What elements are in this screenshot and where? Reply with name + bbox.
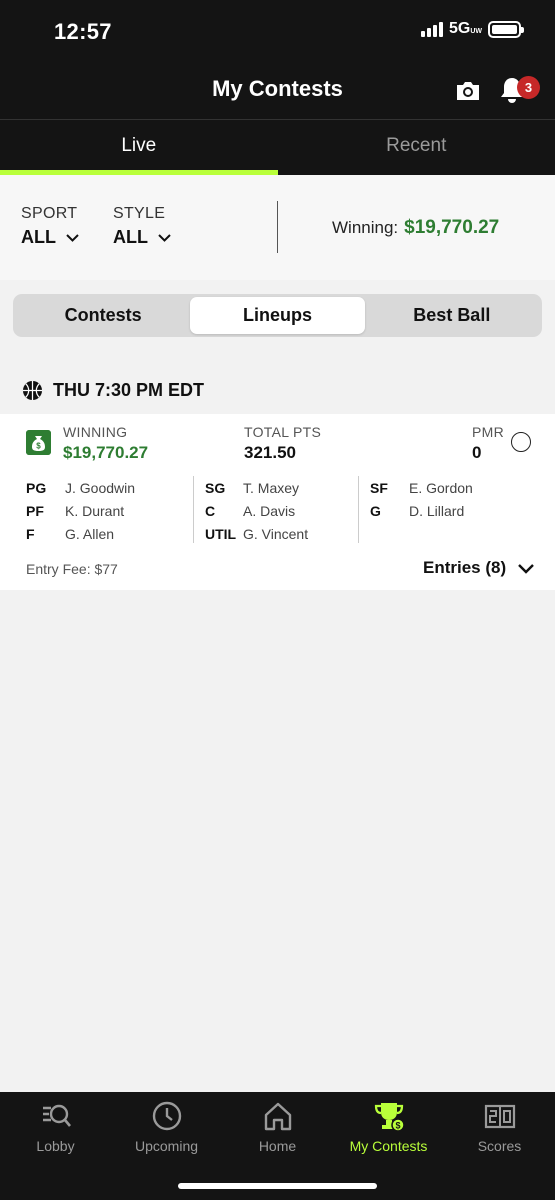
sport-filter-value: ALL <box>21 227 56 247</box>
roster-row: SF E. Gordon <box>370 479 473 496</box>
nav-lobby[interactable]: Lobby <box>0 1100 111 1154</box>
entries-label: Entries (8) <box>423 558 507 577</box>
lobby-search-icon <box>42 1104 71 1127</box>
segment-contests[interactable]: Contests <box>16 297 190 334</box>
camera-icon[interactable] <box>455 78 481 102</box>
segment-lineups[interactable]: Lineups <box>190 297 365 334</box>
nav-scores[interactable]: Scores <box>444 1100 555 1154</box>
roster-row: UTIL G. Vincent <box>205 525 309 542</box>
filter-bar: SPORT ALL STYLE ALL Winning: $19,770.27 <box>0 175 555 280</box>
basketball-icon <box>22 380 43 401</box>
sport-filter[interactable]: SPORT ALL <box>21 205 79 248</box>
svg-text:$: $ <box>36 442 41 451</box>
roster-divider <box>193 476 194 543</box>
roster-row: PF K. Durant <box>26 502 125 519</box>
winning-total: $19,770.27 <box>404 217 500 238</box>
roster-row: SG T. Maxey <box>205 479 300 496</box>
tab-live[interactable]: Live <box>0 120 278 175</box>
style-filter[interactable]: STYLE ALL <box>113 205 171 248</box>
style-filter-label: STYLE <box>113 205 166 222</box>
status-indicators: 5GUW <box>420 20 524 38</box>
entry-fee: Entry Fee: $77 <box>26 561 118 577</box>
chevron-down-icon <box>158 234 171 242</box>
nav-upcoming[interactable]: Upcoming <box>111 1100 222 1154</box>
select-radio[interactable] <box>511 432 531 452</box>
app-header: My Contests <box>0 62 555 119</box>
sport-filter-label: SPORT <box>21 205 78 222</box>
notification-badge: 3 <box>517 76 540 99</box>
filter-divider <box>277 201 278 253</box>
roster-row: F G. Allen <box>26 525 115 542</box>
view-segmented-control: Contests Lineups Best Ball <box>13 294 542 337</box>
tab-recent[interactable]: Recent <box>278 120 555 175</box>
home-indicator <box>178 1183 377 1189</box>
roster-column: SF E. Gordon G D. Lillard <box>370 476 540 522</box>
pmr-stat: PMR 0 <box>472 424 505 462</box>
lineup-card[interactable]: $ WINNING $19,770.27 TOTAL PTS 321.50 PM… <box>0 414 555 590</box>
chevron-down-icon <box>66 234 79 242</box>
home-icon <box>264 1102 291 1131</box>
status-time: 12:57 <box>54 19 112 44</box>
nav-home[interactable]: Home <box>222 1100 333 1154</box>
trophy-icon: $ <box>374 1103 405 1132</box>
money-bag-icon: $ <box>26 430 51 455</box>
scoreboard-icon <box>484 1104 515 1129</box>
network-indicator: 5GUW <box>448 20 482 37</box>
signal-icon <box>420 21 443 37</box>
nav-my-contests[interactable]: $ My Contests <box>333 1100 444 1154</box>
roster-column: PG J. Goodwin PF K. Durant F G. Allen <box>26 476 186 545</box>
slate-header: THU 7:30 PM EDT <box>22 380 204 401</box>
svg-text:$: $ <box>395 1121 400 1131</box>
clock-icon <box>152 1101 181 1131</box>
chevron-down-icon <box>518 564 534 574</box>
slate-time: THU 7:30 PM EDT <box>53 380 205 400</box>
winning-stat: WINNING $19,770.27 <box>63 424 149 462</box>
tab-bar: Live Recent <box>0 119 555 175</box>
battery-icon <box>488 20 524 38</box>
roster-row: G D. Lillard <box>370 502 465 519</box>
roster-divider <box>358 476 359 543</box>
roster-column: SG T. Maxey C A. Davis UTIL G. Vincent <box>205 476 355 545</box>
roster-row: C A. Davis <box>205 502 296 519</box>
roster-row: PG J. Goodwin <box>26 479 136 496</box>
winning-summary: Winning: $19,770.27 <box>332 217 500 238</box>
style-filter-value: ALL <box>113 227 148 247</box>
entries-toggle[interactable]: Entries (8) <box>423 558 534 578</box>
status-bar: 12:57 5GUW <box>0 0 555 62</box>
segment-best-ball[interactable]: Best Ball <box>365 297 539 334</box>
total-points-stat: TOTAL PTS 321.50 <box>244 424 322 462</box>
